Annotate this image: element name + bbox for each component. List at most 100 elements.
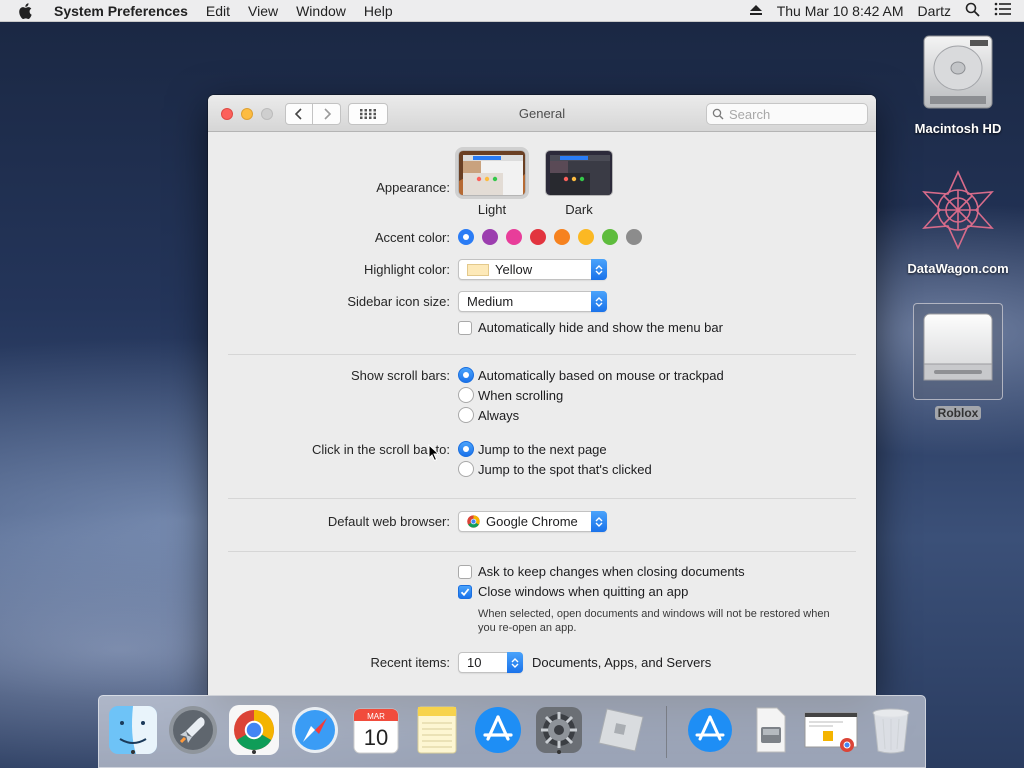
selection-frame [913, 303, 1003, 400]
default-browser-popup[interactable]: Google Chrome [458, 511, 607, 532]
accent-graphite-swatch[interactable] [626, 229, 642, 245]
eject-icon[interactable] [749, 3, 763, 19]
dock-calendar[interactable]: MAR 10 [350, 704, 402, 756]
finder-icon [109, 706, 157, 754]
radio-dot[interactable] [458, 387, 474, 403]
highlight-color-label: Highlight color: [364, 262, 450, 277]
highlight-value: Yellow [495, 262, 533, 277]
dock-trash[interactable] [865, 704, 917, 756]
calendar-month: MAR [367, 712, 385, 721]
accent-orange-swatch[interactable] [554, 229, 570, 245]
checkbox-box[interactable] [458, 584, 472, 599]
dock-notes[interactable] [411, 704, 463, 756]
checkbox-box[interactable] [458, 320, 472, 335]
dock-chrome[interactable] [228, 704, 280, 756]
auto-hide-menu-label: Automatically hide and show the menu bar [478, 320, 723, 335]
dock-finder[interactable] [107, 704, 159, 756]
running-indicator [557, 750, 561, 754]
scroll-bars-always-radio[interactable]: Always [458, 407, 519, 423]
section-divider [228, 551, 856, 552]
close-windows-checkbox[interactable]: Close windows when quitting an app [458, 584, 688, 599]
appearance-dark-option[interactable]: Dark [545, 150, 613, 217]
radio-label: Jump to the spot that's clicked [478, 461, 652, 477]
accent-yellow-swatch[interactable] [578, 229, 594, 245]
dock-chrome-installer[interactable] [803, 704, 859, 756]
auto-hide-menu-checkbox[interactable]: Automatically hide and show the menu bar [458, 320, 723, 335]
accent-green-swatch[interactable] [602, 229, 618, 245]
accent-pink-swatch[interactable] [506, 229, 522, 245]
menu-bar: System Preferences Edit View Window Help… [0, 0, 1024, 22]
dock-divider [666, 706, 667, 758]
radio-dot[interactable] [458, 441, 474, 457]
accent-color-swatches [458, 229, 642, 245]
disk-image-icon [918, 313, 998, 395]
light-appearance-thumbnail[interactable] [455, 147, 529, 199]
scroll-bars-auto-radio[interactable]: Automatically based on mouse or trackpad [458, 367, 724, 383]
desktop-icon-label: Macintosh HD [914, 121, 1002, 136]
desktop-icon-macintosh-hd[interactable]: Macintosh HD [912, 32, 1004, 136]
installer-window-icon [804, 712, 858, 752]
menu-view[interactable]: View [248, 3, 278, 19]
apple-menu-icon[interactable] [18, 2, 36, 19]
accent-purple-swatch[interactable] [482, 229, 498, 245]
dock-app-store-download[interactable] [684, 704, 736, 756]
popup-stepper-icon [591, 259, 607, 280]
menu-user[interactable]: Dartz [918, 3, 951, 19]
menu-clock[interactable]: Thu Mar 10 8:42 AM [777, 3, 904, 19]
dock-launchpad[interactable] [167, 704, 219, 756]
menu-edit[interactable]: Edit [206, 3, 230, 19]
checkbox-box[interactable] [458, 564, 472, 579]
app-store-icon [475, 707, 521, 753]
spotlight-search-icon[interactable] [965, 2, 980, 20]
recent-items-popup[interactable]: 10 [458, 652, 523, 673]
radio-label: When scrolling [478, 387, 564, 403]
window-titlebar[interactable]: General [208, 95, 876, 132]
sidebar-icon-size-value: Medium [467, 294, 514, 309]
dock-system-preferences[interactable] [533, 704, 585, 756]
radio-dot[interactable] [458, 461, 474, 477]
desktop-icon-datawagon[interactable]: DataWagon.com [904, 168, 1012, 276]
dock-safari[interactable] [289, 704, 341, 756]
sidebar-icon-size-row: Sidebar icon size: Medium [208, 291, 876, 312]
popup-stepper-icon [507, 652, 523, 673]
dock-document-stack[interactable] [744, 704, 796, 756]
launchpad-rocket-icon [169, 706, 217, 754]
dock-roblox[interactable] [594, 704, 646, 756]
app-store-icon [688, 708, 732, 752]
menu-help[interactable]: Help [364, 3, 393, 19]
highlight-color-row: Highlight color: Yellow [208, 259, 876, 280]
search-field[interactable] [706, 103, 868, 125]
ask-keep-changes-checkbox[interactable]: Ask to keep changes when closing documen… [458, 564, 745, 579]
desktop-icon-roblox[interactable]: Roblox [912, 303, 1004, 420]
hard-drive-icon [920, 32, 996, 115]
jump-next-page-radio[interactable]: Jump to the next page [458, 441, 607, 457]
chrome-icon [229, 705, 279, 755]
datawagon-logo-icon [916, 168, 1000, 255]
dark-appearance-thumbnail[interactable] [545, 150, 613, 196]
dock: MAR 10 [98, 695, 926, 768]
ask-keep-changes-label: Ask to keep changes when closing documen… [478, 564, 745, 579]
menu-window[interactable]: Window [296, 3, 346, 19]
scroll-bars-when-scrolling-radio[interactable]: When scrolling [458, 387, 563, 403]
search-input[interactable] [729, 106, 859, 122]
accent-red-swatch[interactable] [530, 229, 546, 245]
notes-icon [417, 706, 457, 754]
notification-center-icon[interactable] [994, 2, 1012, 19]
dock-app-store[interactable] [472, 704, 524, 756]
menu-app-name[interactable]: System Preferences [54, 3, 188, 19]
calendar-icon: MAR 10 [353, 708, 399, 754]
sidebar-icon-size-popup[interactable]: Medium [458, 291, 607, 312]
radio-dot[interactable] [458, 367, 474, 383]
trash-icon [872, 708, 910, 754]
radio-label: Always [478, 407, 520, 423]
jump-to-spot-radio[interactable]: Jump to the spot that's clicked [458, 461, 652, 477]
document-icon [756, 707, 786, 753]
chrome-icon [467, 515, 480, 528]
calendar-day: 10 [364, 725, 388, 750]
appearance-light-option[interactable]: Light [455, 147, 529, 217]
accent-blue-swatch[interactable] [458, 229, 474, 245]
highlight-color-popup[interactable]: Yellow [458, 259, 607, 280]
desktop-icon-label: DataWagon.com [907, 261, 1009, 276]
section-divider [228, 498, 856, 499]
radio-dot[interactable] [458, 407, 474, 423]
